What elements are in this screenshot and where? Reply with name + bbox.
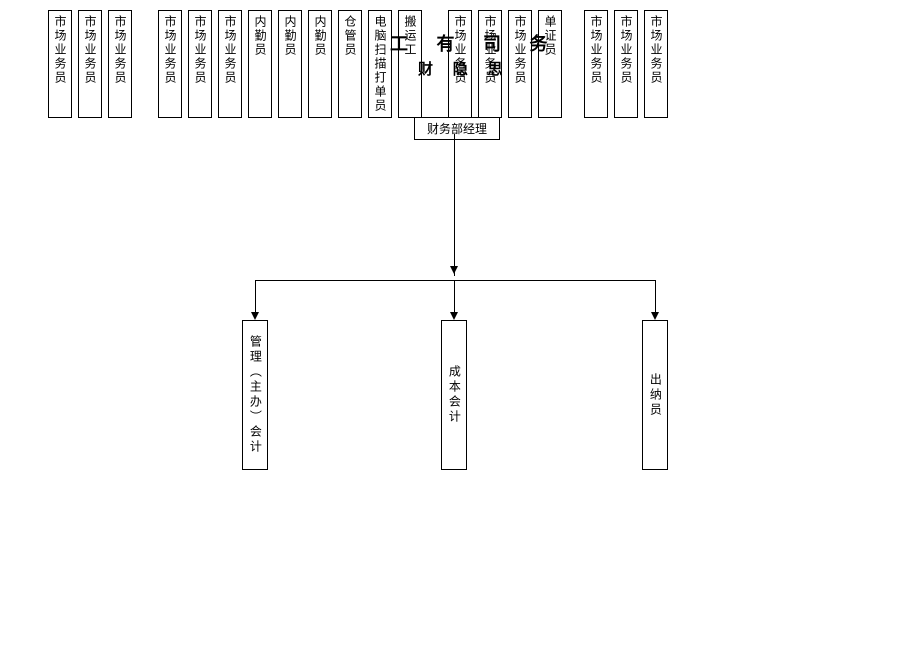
manager-box: 财务部经理 (414, 117, 500, 140)
top-row: 市场业务员 市场业务员 市场业务员 市场业务员 市场业务员 市场业务员 内勤员 … (48, 10, 668, 118)
role-box: 市场业务员 (108, 10, 132, 118)
role-box: 市场业务员 (158, 10, 182, 118)
org-connector (454, 280, 455, 315)
arrowhead-icon (450, 312, 458, 320)
role-box: 市场业务员 (78, 10, 102, 118)
arrowhead-icon (251, 312, 259, 320)
bottom-box-wrap: 管理（主办）会计 (242, 320, 268, 470)
arrowhead-icon (450, 266, 458, 274)
role-box: 仓管员 (338, 10, 362, 118)
role-box: 内勤员 (278, 10, 302, 118)
role-box: 市场业务员 (188, 10, 212, 118)
role-box: 出纳员 (642, 320, 668, 470)
role-box: 市场业务员 (644, 10, 668, 118)
role-box: 单证员 (538, 10, 562, 118)
role-box: 市场业务员 (584, 10, 608, 118)
org-connector (454, 134, 455, 276)
role-box: 市场业务员 (218, 10, 242, 118)
role-box: 内勤员 (308, 10, 332, 118)
role-box: 市场业务员 (614, 10, 638, 118)
role-box: 市场业务员 (508, 10, 532, 118)
role-box: 管理（主办）会计 (242, 320, 268, 470)
role-box: 内勤员 (248, 10, 272, 118)
org-connector (255, 280, 655, 281)
bottom-box-wrap: 出纳员 (642, 320, 668, 470)
role-box: 电脑扫描打单员 (368, 10, 392, 118)
arrowhead-icon (651, 312, 659, 320)
bottom-box-wrap: 成本会计 (441, 320, 467, 470)
page-title: 工 有 司 务 (390, 30, 560, 56)
role-box: 成本会计 (441, 320, 467, 470)
page-subtitle: 财 隐 思 (418, 58, 511, 79)
org-connector (255, 280, 256, 315)
role-box: 市场业务员 (48, 10, 72, 118)
org-connector (655, 280, 656, 315)
